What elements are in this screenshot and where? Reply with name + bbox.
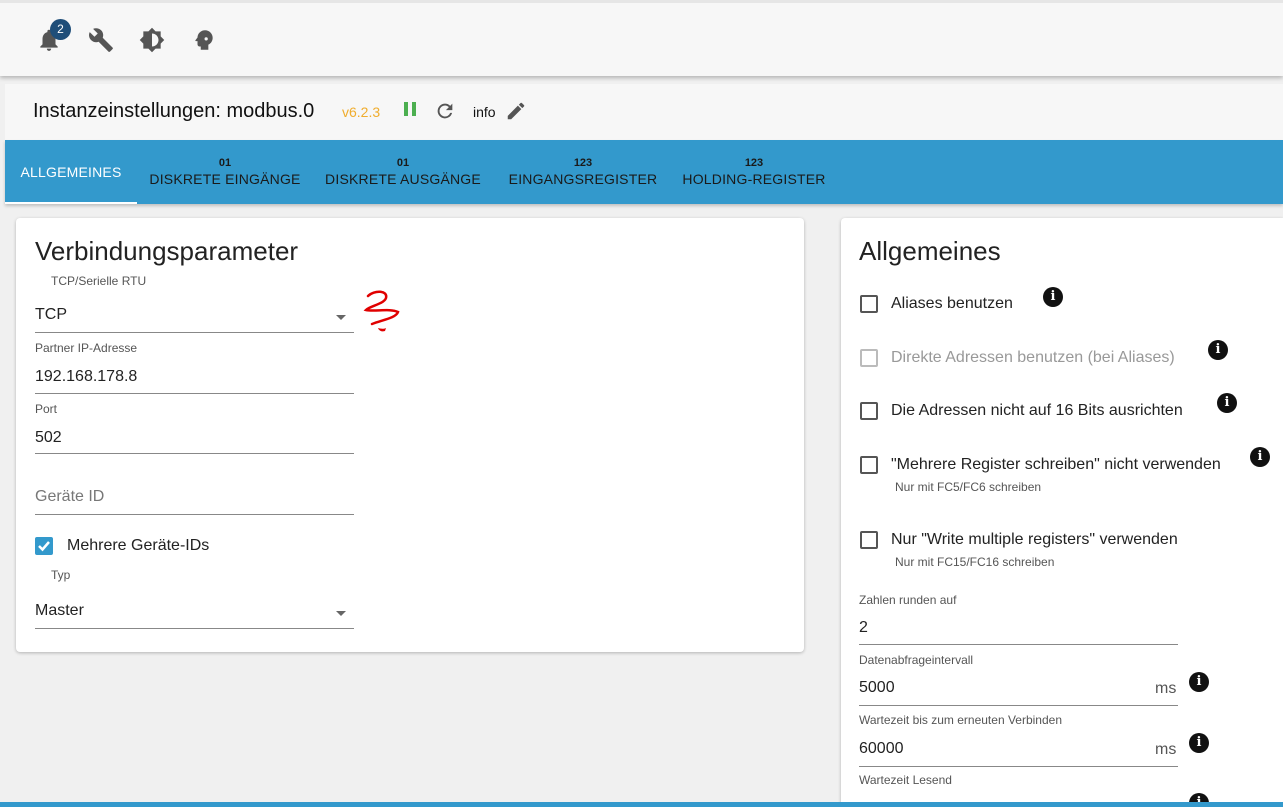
top-toolbar: 2: [0, 0, 1283, 76]
numeric-icon: 123: [744, 157, 764, 169]
chevron-down-icon: [336, 611, 346, 616]
select-value: Master: [35, 602, 84, 619]
field-label: Partner IP-Adresse: [35, 341, 138, 355]
multi-device-ids-checkbox[interactable]: [35, 537, 53, 555]
tab-holding-register[interactable]: 123 HOLDING-REGISTER: [675, 140, 833, 204]
tab-label: ALLGEMEINES: [20, 164, 122, 180]
unit-label: ms: [1155, 680, 1177, 697]
underline: [35, 514, 354, 515]
input-value: 2: [859, 619, 868, 636]
round-input[interactable]: 2: [859, 611, 1178, 645]
info-icon[interactable]: i: [1043, 287, 1063, 307]
field-label: Wartezeit Lesend: [859, 773, 952, 787]
card-title: Allgemeines: [859, 236, 1001, 266]
checkbox-label: Die Adressen nicht auf 16 Bits ausrichte…: [891, 402, 1183, 419]
connection-type-select[interactable]: TCP: [35, 298, 354, 333]
field-label: Wartezeit bis zum erneuten Verbinden: [859, 713, 1062, 727]
input-value: 5000: [859, 679, 895, 696]
bottom-accent-bar: [0, 802, 1283, 807]
checkbox-helper-text: Nur mit FC15/FC16 schreiben: [895, 555, 1055, 569]
brightness-icon[interactable]: [139, 27, 165, 53]
info-icon[interactable]: i: [1189, 672, 1209, 692]
checkbox-label: Direkte Adressen benutzen (bei Aliases): [891, 349, 1175, 366]
field-label: Zahlen runden auf: [859, 593, 957, 607]
tab-label: DISKRETE EINGÄNGE: [149, 171, 301, 187]
tab-diskrete-ausgaenge[interactable]: 01 DISKRETE AUSGÄNGE: [323, 140, 483, 204]
select-value: TCP: [35, 306, 67, 323]
poll-interval-input[interactable]: 5000 ms: [859, 671, 1178, 706]
tab-label: DISKRETE AUSGÄNGE: [325, 171, 481, 187]
underline: [35, 393, 354, 394]
binary-icon: 01: [218, 157, 232, 169]
connection-card: Verbindungsparameter TCP/Serielle RTU TC…: [16, 218, 804, 652]
active-tab-indicator: [5, 202, 137, 204]
tab-diskrete-eingaenge[interactable]: 01 DISKRETE EINGÄNGE: [145, 140, 305, 204]
checkbox-label: Mehrere Geräte-IDs: [67, 537, 210, 554]
info-label: info: [473, 104, 496, 120]
info-icon[interactable]: i: [1208, 340, 1228, 360]
field-label: Datenabfrageintervall: [859, 653, 974, 667]
notification-badge: 2: [50, 19, 71, 40]
field-label: Typ: [51, 568, 71, 582]
checkbox-helper-text: Nur mit FC5/FC6 schreiben: [895, 480, 1042, 494]
role-select[interactable]: Master: [35, 594, 354, 629]
version-label: v6.2.3: [342, 104, 381, 120]
refresh-icon[interactable]: [434, 100, 456, 122]
edit-icon[interactable]: [505, 100, 527, 122]
input-value: 502: [35, 429, 62, 446]
field-label: Port: [35, 402, 58, 416]
card-title: Verbindungsparameter: [35, 236, 299, 266]
input-value: 192.168.178.8: [35, 368, 138, 385]
unit-label: ms: [1155, 741, 1177, 758]
info-icon[interactable]: i: [1250, 447, 1270, 467]
tab-label: HOLDING-REGISTER: [682, 171, 826, 187]
wrench-icon[interactable]: [88, 27, 114, 53]
general-card: Allgemeines Aliases benutzen i Direkte A…: [841, 218, 1283, 807]
ip-address-input[interactable]: 192.168.178.8: [35, 360, 354, 394]
input-value: 60000: [859, 740, 904, 757]
numeric-icon: 123: [573, 157, 593, 169]
binary-icon: 01: [396, 157, 410, 169]
handwritten-question-mark-annotation: [363, 290, 400, 332]
port-input[interactable]: 502: [35, 421, 354, 454]
tab-label: EINGANGSREGISTER: [508, 171, 658, 187]
underline: [35, 332, 354, 333]
underline: [859, 644, 1178, 645]
page-title: Instanzeinstellungen: modbus.0: [33, 100, 315, 122]
checkbox-label: "Mehrere Register schreiben" nicht verwe…: [891, 456, 1221, 473]
info-icon[interactable]: i: [1189, 733, 1209, 753]
head-icon[interactable]: [191, 27, 217, 53]
only-write-multiple-checkbox[interactable]: [860, 531, 878, 549]
tab-bar: ALLGEMEINES 01 DISKRETE EINGÄNGE 01 DISK…: [5, 140, 1283, 204]
underline: [859, 705, 1178, 706]
direct-addresses-checkbox: [860, 349, 878, 367]
aliases-checkbox[interactable]: [860, 295, 878, 313]
checkbox-label: Nur "Write multiple registers" verwenden: [891, 531, 1178, 548]
device-id-input[interactable]: Geräte ID: [35, 480, 354, 515]
checkbox-label: Aliases benutzen: [891, 295, 1013, 312]
info-icon[interactable]: i: [1217, 393, 1237, 413]
pause-icon[interactable]: [402, 101, 418, 117]
no-align-16bit-checkbox[interactable]: [860, 402, 878, 420]
field-label: TCP/Serielle RTU: [51, 274, 147, 288]
instance-header: Instanzeinstellungen: modbus.0 v6.2.3 in…: [5, 84, 1283, 140]
input-placeholder: Geräte ID: [35, 488, 105, 505]
underline: [859, 766, 1178, 767]
underline: [35, 453, 354, 454]
reconnect-timeout-input[interactable]: 60000 ms: [859, 732, 1178, 767]
no-multi-register-write-checkbox[interactable]: [860, 456, 878, 474]
chevron-down-icon: [336, 315, 346, 320]
tab-eingangsregister[interactable]: 123 EINGANGSREGISTER: [501, 140, 665, 204]
tab-allgemeines[interactable]: ALLGEMEINES: [5, 140, 137, 204]
underline: [35, 628, 354, 629]
